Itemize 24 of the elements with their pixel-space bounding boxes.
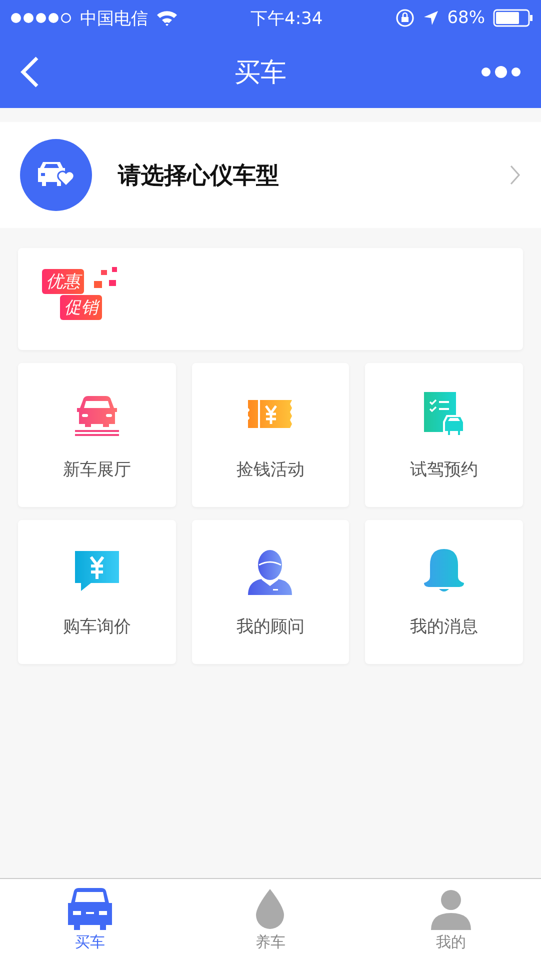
page-title: 买车 bbox=[234, 56, 286, 90]
signal-icon bbox=[10, 12, 72, 24]
chevron-right-icon bbox=[509, 164, 521, 186]
tab-item[interactable]: 买车 bbox=[0, 879, 180, 960]
menu-tile[interactable]: 捡钱活动 bbox=[192, 363, 350, 507]
squares-icon bbox=[92, 267, 120, 289]
menu-tile[interactable]: 我的顾问 bbox=[192, 520, 350, 664]
wifi-icon bbox=[156, 10, 178, 26]
battery-icon bbox=[492, 9, 533, 27]
model-picker-row[interactable]: 请选择心仪车型 bbox=[0, 122, 541, 228]
menu-tile[interactable]: 我的消息 bbox=[365, 520, 523, 664]
car-icon bbox=[66, 887, 114, 931]
location-arrow-icon bbox=[423, 10, 440, 26]
tab-item[interactable]: 我的 bbox=[360, 879, 541, 960]
promo-tag: 优惠 bbox=[42, 269, 84, 294]
carrier-name: 中国电信 bbox=[80, 8, 148, 30]
tab-item[interactable]: 养车 bbox=[180, 879, 361, 960]
menu-tile[interactable]: 试驾预约 bbox=[365, 363, 523, 507]
menu-tile[interactable]: 购车询价 bbox=[18, 520, 176, 664]
battery-percent: 68% bbox=[447, 8, 485, 28]
clock-time: 下午4:34 bbox=[250, 8, 323, 30]
menu-tile[interactable]: 新车展厅 bbox=[18, 363, 176, 507]
rotation-lock-icon bbox=[395, 8, 416, 28]
promo-tag: 促销 bbox=[60, 295, 102, 320]
